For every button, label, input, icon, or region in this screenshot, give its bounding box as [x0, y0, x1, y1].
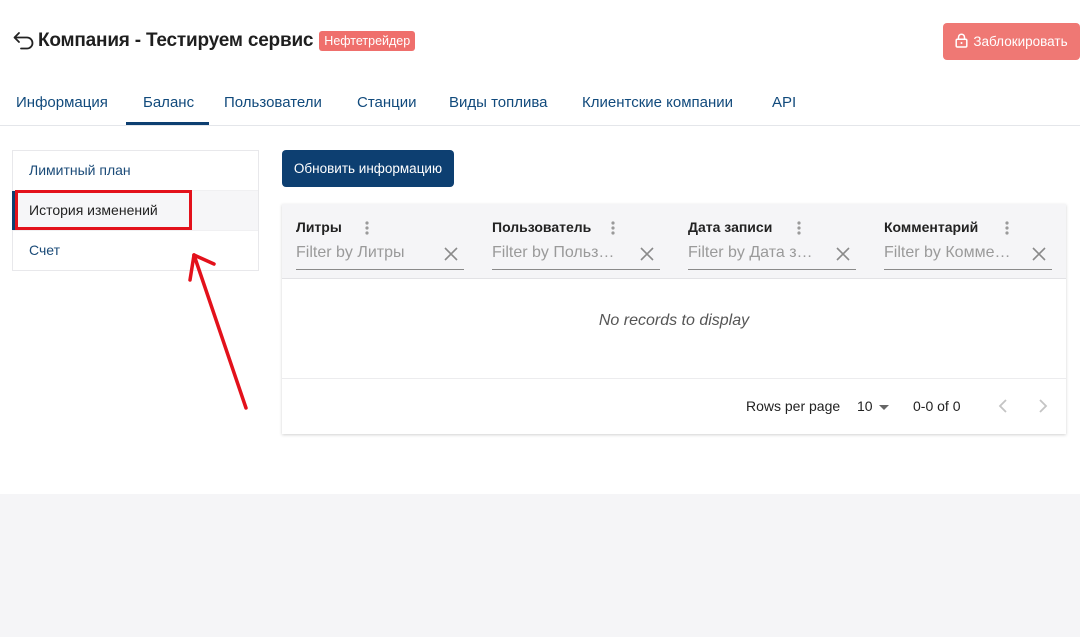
- filter-comment-input[interactable]: [884, 244, 1022, 262]
- empty-state-text: No records to display: [598, 312, 750, 329]
- tab-client-companies[interactable]: Клиентские компании: [582, 84, 733, 124]
- tab-api[interactable]: API: [772, 84, 796, 124]
- back-arrow-icon[interactable]: [12, 29, 36, 53]
- dropdown-arrow-icon: [878, 398, 889, 414]
- grid-header: Литры Пользователь: [282, 204, 1066, 279]
- column-title: Пользователь: [492, 219, 592, 235]
- clear-filter-icon[interactable]: [1030, 245, 1048, 263]
- tab-stations[interactable]: Станции: [357, 84, 417, 124]
- rows-per-page-value: 10: [857, 398, 873, 414]
- filter-user-input[interactable]: [492, 244, 630, 262]
- page-title: Компания - Тестируем сервис: [38, 30, 314, 51]
- clear-filter-icon[interactable]: [638, 245, 656, 263]
- prev-page-button[interactable]: [992, 395, 1014, 417]
- tab-users[interactable]: Пользователи: [224, 84, 322, 124]
- page-info: 0-0 of 0: [913, 398, 961, 414]
- column-liters: Литры: [282, 204, 464, 278]
- column-menu-icon[interactable]: [608, 219, 618, 237]
- column-menu-icon[interactable]: [362, 219, 372, 237]
- company-type-badge: Нефтетрейдер: [319, 31, 416, 51]
- column-title: Дата записи: [688, 219, 773, 235]
- block-button-label: Заблокировать: [973, 34, 1068, 49]
- clear-filter-icon[interactable]: [834, 245, 852, 263]
- annotation-arrow-icon: [188, 253, 248, 410]
- column-menu-icon[interactable]: [794, 219, 804, 237]
- clear-filter-icon[interactable]: [442, 245, 460, 263]
- block-button[interactable]: Заблокировать: [943, 23, 1080, 60]
- tab-balance[interactable]: Баланс: [125, 84, 210, 125]
- column-user: Пользователь: [478, 204, 660, 278]
- filter-field: [884, 242, 1052, 270]
- tab-information[interactable]: Информация: [16, 84, 108, 124]
- lock-icon: [955, 33, 968, 51]
- filter-field: [492, 242, 660, 270]
- next-page-button[interactable]: [1032, 395, 1054, 417]
- annotation-highlight-box: [15, 190, 192, 230]
- chevron-left-icon: [998, 399, 1007, 413]
- column-comment: Комментарий: [870, 204, 1052, 278]
- grid-pagination: Rows per page 10 0-0 of 0: [282, 378, 1066, 435]
- tab-bar: Информация Баланс Пользователи Станции В…: [0, 84, 1080, 126]
- side-item-limit-plan[interactable]: Лимитный план: [13, 151, 258, 191]
- filter-field: [688, 242, 856, 270]
- filter-date-input[interactable]: [688, 244, 826, 262]
- tab-fuel-types[interactable]: Виды топлива: [449, 84, 548, 124]
- refresh-info-button[interactable]: Обновить информацию: [282, 150, 454, 187]
- rows-per-page-label: Rows per page: [746, 398, 841, 414]
- history-data-grid: Литры Пользователь: [282, 204, 1066, 434]
- column-title: Комментарий: [884, 219, 979, 235]
- rows-per-page-select[interactable]: 10: [857, 398, 889, 414]
- column-title: Литры: [296, 219, 342, 235]
- page-content: Компания - Тестируем сервис Нефтетрейдер…: [0, 0, 1080, 494]
- filter-field: [296, 242, 464, 270]
- column-menu-icon[interactable]: [1002, 219, 1012, 237]
- filter-liters-input[interactable]: [296, 244, 434, 262]
- page-header: Компания - Тестируем сервис Нефтетрейдер: [12, 26, 416, 56]
- column-record-date: Дата записи: [674, 204, 856, 278]
- chevron-right-icon: [1039, 399, 1048, 413]
